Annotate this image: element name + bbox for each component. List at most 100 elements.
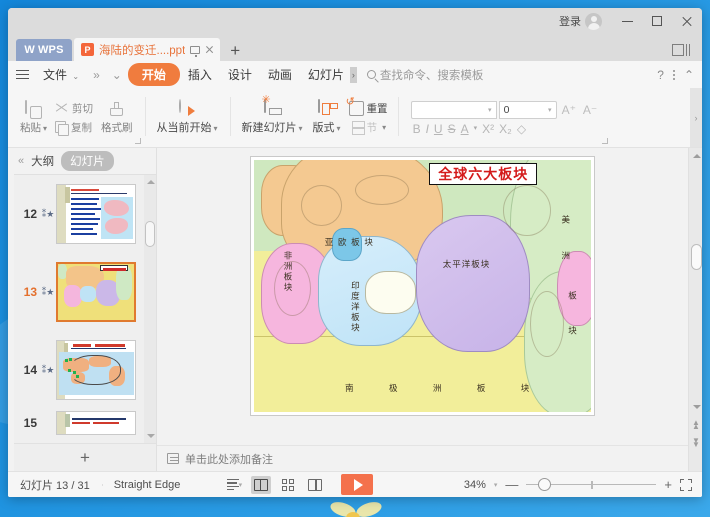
chevron-down-icon[interactable]: ▾ [474, 125, 478, 132]
reset-button[interactable]: 重置 [346, 95, 391, 117]
hamburger-icon[interactable] [16, 69, 29, 80]
template-name-label[interactable]: Straight Edge [101, 479, 193, 491]
outline-view-button[interactable]: ▾ [224, 476, 244, 494]
close-tab-icon[interactable] [205, 45, 214, 54]
new-tab-button[interactable]: + [230, 42, 240, 59]
decrease-font-icon[interactable]: A⁻ [581, 103, 599, 117]
chevron-up-icon[interactable]: ⌃ [684, 68, 694, 82]
slide-number: 15 [23, 416, 37, 430]
font-name-select[interactable]: ▾ [410, 100, 497, 119]
slide-thumbnail[interactable] [56, 411, 136, 435]
italic-button[interactable]: I [426, 123, 429, 135]
format-painter-button[interactable]: 格式刷 [96, 101, 138, 135]
notes-pane[interactable]: 单击此处添加备注 [157, 445, 688, 471]
text-color-button[interactable]: A [461, 123, 469, 135]
superscript-button[interactable]: X² [482, 123, 494, 135]
tab-slides[interactable]: 幻灯片 [61, 151, 114, 171]
zoom-level-label[interactable]: 34% [464, 479, 486, 491]
slide-count-label[interactable]: 幻灯片 13 / 31 [8, 477, 102, 493]
ribbon-tab-slideshow[interactable]: 幻灯片 [300, 64, 352, 85]
document-tab-strip: W WPS P 海陆的变迁....ppt + [8, 34, 702, 61]
eraser-icon[interactable]: ◇ [517, 123, 526, 135]
list-item[interactable]: 13 ⁑★ [14, 253, 156, 331]
layout-button[interactable]: 版式 ▾ [308, 99, 346, 135]
increase-font-icon[interactable]: A⁺ [560, 103, 578, 117]
minimize-button[interactable] [612, 8, 642, 34]
zoom-slider[interactable] [526, 478, 657, 491]
scrollbar-thumb[interactable] [145, 221, 155, 247]
new-slide-button[interactable]: ✳ 新建幻灯片 ▾ [237, 95, 308, 135]
split-panel-icon[interactable] [672, 44, 690, 56]
chevron-double-right-icon[interactable]: » [87, 68, 106, 82]
kebab-menu-icon[interactable] [672, 69, 675, 80]
slide-thumbnail-list[interactable]: 12 ⁑★ 13 ⁑★ 14 ⁑★ 15 [14, 174, 156, 443]
cut-label: 剪切 [72, 102, 94, 115]
clipboard-dialog-launcher[interactable] [134, 138, 141, 144]
slide-panel-scrollbar[interactable] [144, 175, 156, 443]
scroll-down-icon[interactable] [693, 405, 701, 409]
fit-to-window-icon[interactable] [680, 478, 692, 491]
subscript-button[interactable]: X₂ [499, 123, 512, 135]
scrollbar-thumb[interactable] [690, 244, 702, 270]
slide-thumbnail[interactable] [56, 184, 136, 244]
scroll-up-icon[interactable] [693, 154, 701, 158]
copy-label: 复制 [71, 121, 93, 134]
paste-button[interactable]: 粘贴 ▾ [15, 99, 52, 135]
antarctic-char-2: 极 [388, 384, 399, 395]
zoom-in-button[interactable]: + [664, 477, 672, 492]
zoom-out-button[interactable]: — [505, 477, 518, 492]
main-vertical-scrollbar[interactable]: ▲ ▲ ▼ ▼ [688, 148, 702, 471]
plate-label-antarctic: 南 极 洲 板 块 [345, 382, 530, 394]
list-item[interactable]: 15 [14, 409, 156, 437]
section-button[interactable]: 节 ▾ [346, 119, 391, 136]
ribbon-tab-animation[interactable]: 动画 [260, 64, 300, 85]
bold-button[interactable]: B [413, 123, 421, 135]
slide-thumbnail[interactable] [56, 340, 136, 400]
search-box[interactable]: 查找命令、搜索模板 [366, 67, 483, 83]
maximize-button[interactable] [642, 8, 672, 34]
next-slide-icon[interactable]: ▼ ▼ [692, 437, 700, 449]
add-slide-button[interactable]: + [14, 443, 156, 471]
normal-view-icon [254, 478, 269, 491]
help-button[interactable]: ? [657, 68, 664, 82]
play-slideshow-icon[interactable] [341, 474, 374, 495]
reading-view-button[interactable] [305, 476, 325, 494]
quickaccess-chevron-down-icon[interactable]: ⌄ [106, 68, 128, 82]
ribbon-tab-overflow[interactable]: › [349, 66, 357, 83]
previous-slide-icon[interactable]: ▲ ▲ [692, 419, 700, 431]
collapse-left-icon[interactable]: « [18, 155, 24, 167]
ribbon-expand-button[interactable]: › [690, 88, 702, 147]
file-menu[interactable]: 文件 ⌄ [35, 64, 87, 85]
tectonic-plates-map[interactable]: 全球六大板块 亚 欧 板 块 太平洋板块 非洲板块 印度洋板块 美 洲 板 块 … [254, 160, 591, 412]
normal-view-button[interactable] [251, 475, 272, 494]
ribbon-tab-start[interactable]: 开始 [127, 63, 180, 86]
underline-button[interactable]: U [434, 123, 443, 135]
font-size-select[interactable]: 0 ▾ [498, 100, 557, 119]
minimize-icon [621, 20, 633, 22]
play-circle-icon [178, 99, 196, 117]
wps-home-button[interactable]: W WPS [16, 39, 72, 61]
chevron-down-icon[interactable]: ▾ [494, 481, 498, 489]
start-from-current-button[interactable]: 从当前开始 ▾ [152, 99, 223, 135]
copy-icon [55, 120, 70, 136]
scroll-up-icon[interactable] [147, 180, 155, 184]
document-tab[interactable]: P 海陆的变迁....ppt [74, 38, 221, 61]
cut-button[interactable]: 剪切 [52, 100, 96, 117]
user-avatar-icon[interactable] [585, 12, 602, 30]
monitor-icon[interactable] [190, 45, 201, 57]
list-item[interactable]: 12 ⁑★ [14, 175, 156, 253]
font-dialog-launcher[interactable] [602, 138, 609, 144]
copy-button[interactable]: 复制 [52, 119, 96, 136]
slide-sorter-view-button[interactable] [278, 476, 298, 494]
ribbon-tab-insert[interactable]: 插入 [180, 64, 220, 85]
tab-outline[interactable]: 大纲 [31, 153, 54, 169]
zoom-slider-handle [538, 478, 552, 491]
login-button[interactable]: 登录 [559, 12, 602, 30]
strikethrough-button[interactable]: S [448, 123, 456, 135]
slide-thumbnail-selected[interactable] [56, 262, 136, 322]
list-item[interactable]: 14 ⁑★ [14, 331, 156, 409]
close-window-button[interactable] [672, 8, 702, 34]
ribbon-tab-design[interactable]: 设计 [220, 64, 260, 85]
scroll-down-icon[interactable] [147, 434, 155, 438]
slide-canvas[interactable]: 全球六大板块 亚 欧 板 块 太平洋板块 非洲板块 印度洋板块 美 洲 板 块 … [250, 156, 595, 416]
